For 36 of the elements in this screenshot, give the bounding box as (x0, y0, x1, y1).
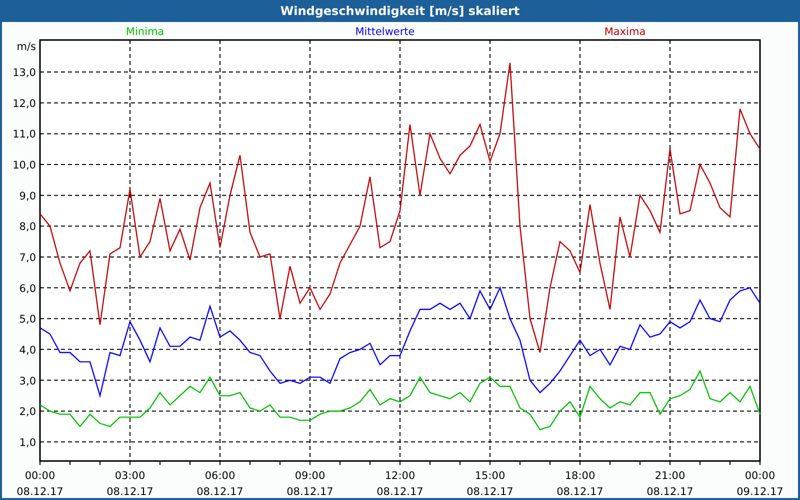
axis-date-label: 08.12.17 (556, 486, 604, 498)
axis-tick-label: 9,0 (19, 190, 36, 202)
axis-tick-label: 21:00 (654, 470, 686, 482)
axis-tick-label: 11,0 (12, 128, 36, 141)
axis-tick-label: 12:00 (384, 470, 416, 482)
axis-tick-label: 12,0 (12, 98, 36, 110)
axis-tick-label: 00:00 (744, 470, 776, 482)
axis-tick-label: 00:00 (24, 470, 56, 482)
axis-date-label: 09.12.17 (736, 486, 784, 498)
axis-tick-label: 13,0 (12, 67, 36, 80)
axis-tick-label: 7,0 (19, 252, 36, 264)
axis-date-label: 08.12.17 (16, 486, 64, 498)
axis-tick-label: 15:00 (474, 470, 506, 482)
axis-tick-label: 09:00 (294, 470, 326, 482)
axis-tick-label: 10,0 (12, 160, 36, 172)
axis-date-label: 08.12.17 (286, 486, 334, 498)
axis-unit-label: m/s (16, 41, 36, 53)
axis-tick-label: 06:00 (204, 470, 236, 482)
axis-date-label: 08.12.17 (646, 486, 694, 498)
axis-date-label: 08.12.17 (376, 486, 424, 498)
axis-date-label: 08.12.17 (466, 486, 514, 498)
legend-label: Minima (126, 26, 164, 38)
legend-label: Maxima (604, 26, 646, 38)
legend-label: Mittelwerte (355, 26, 415, 38)
axis-tick-label: 03:00 (114, 470, 146, 482)
axis-tick-label: 18:00 (564, 470, 596, 482)
axis-date-label: 08.12.17 (106, 486, 154, 498)
axis-tick-label: 2,0 (19, 406, 36, 418)
axis-tick-label: 3,0 (19, 375, 36, 388)
axis-tick-label: 5,0 (19, 314, 36, 326)
axis-tick-label: 8,0 (19, 221, 36, 234)
axis-date-label: 08.12.17 (196, 486, 244, 498)
axis-tick-label: 4,0 (19, 344, 36, 356)
chart-title: Windgeschwindigkeit [m/s] skaliert (2, 0, 798, 22)
axis-tick-label: 6,0 (19, 282, 36, 295)
axis-tick-label: 1,0 (19, 436, 36, 449)
